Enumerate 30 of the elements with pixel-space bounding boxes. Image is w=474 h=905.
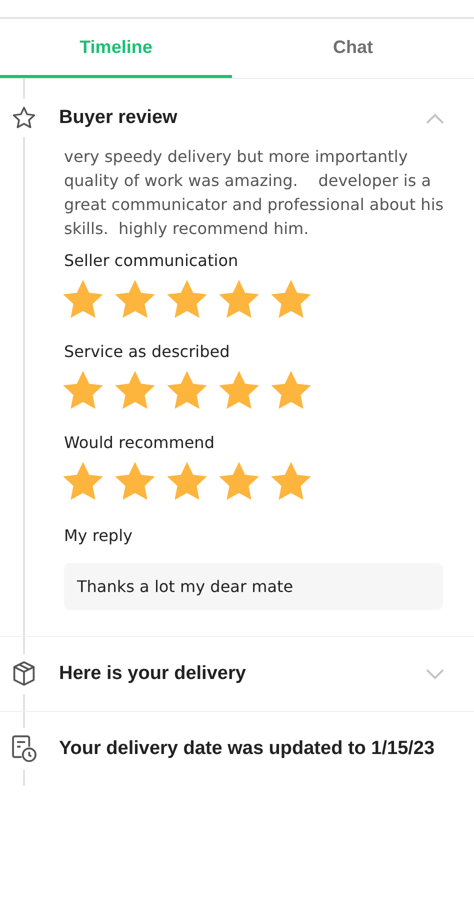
- star-icon: [166, 369, 208, 411]
- star-icon: [11, 105, 37, 131]
- star-icon: [114, 369, 156, 411]
- star-icon: [62, 460, 104, 502]
- star-icon: [166, 460, 208, 502]
- star-icon: [270, 369, 312, 411]
- rating-label: Would recommend: [64, 433, 216, 452]
- review-text: very speedy delivery but more importantly quality of work was amazing. developer is a great communicator and professional about his skills. highly recommend him.: [64, 146, 445, 240]
- reply-label: My reply: [64, 526, 134, 545]
- box-icon: [11, 660, 37, 688]
- calendar-clock-icon: [10, 734, 38, 764]
- reply-text: Thanks a lot my dear mate: [64, 563, 443, 610]
- star-icon: [114, 460, 156, 502]
- star-icon: [62, 369, 104, 411]
- star-icon: [270, 460, 312, 502]
- event-title: Buyer review: [58, 107, 178, 129]
- chevron-icon[interactable]: [426, 668, 444, 680]
- rating-label: Seller communication: [64, 251, 240, 270]
- star-icon: [166, 278, 208, 320]
- chevron-icon[interactable]: [426, 112, 444, 124]
- event-title: Here is your delivery: [58, 663, 247, 685]
- star-icon: [62, 278, 104, 320]
- star-icon: [270, 278, 312, 320]
- star-icon: [114, 278, 156, 320]
- star-icon: [218, 460, 260, 502]
- star-icon: [218, 369, 260, 411]
- star-icon: [218, 278, 260, 320]
- event-title: Your delivery date was updated to 1/15/23: [58, 737, 436, 761]
- tab[interactable]: Chat: [232, 19, 474, 78]
- rating-label: Service as described: [64, 342, 231, 361]
